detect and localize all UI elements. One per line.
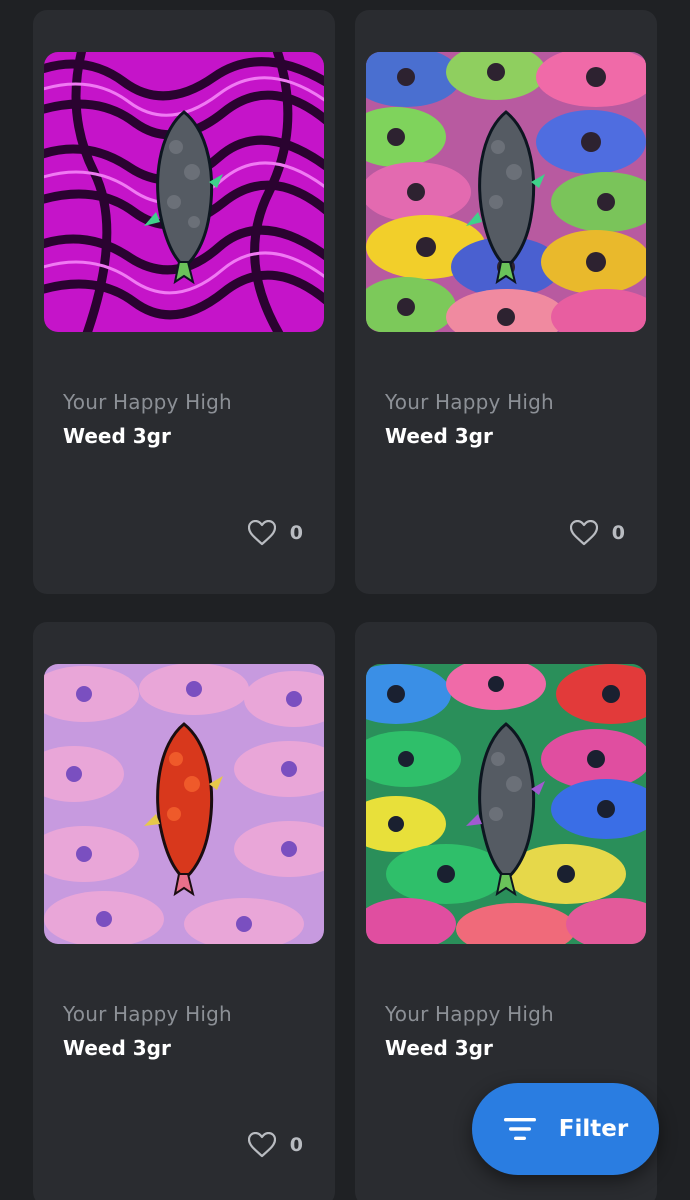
filter-button[interactable]: Filter (472, 1083, 659, 1175)
nft-grid: Your Happy High Weed 3gr 0 Your Happy Hi… (0, 0, 690, 1200)
like-button[interactable]: 0 (247, 520, 303, 546)
like-count: 0 (289, 522, 303, 544)
nft-artwork-image[interactable] (366, 52, 646, 332)
like-button[interactable]: 0 (569, 520, 625, 546)
nft-card[interactable]: Your Happy High Weed 3gr 0 (33, 10, 335, 594)
filter-label: Filter (558, 1116, 629, 1142)
nft-card[interactable]: Your Happy High Weed 3gr 0 (33, 622, 335, 1200)
like-count: 0 (289, 1134, 303, 1156)
item-title[interactable]: Weed 3gr (63, 424, 171, 448)
collection-name[interactable]: Your Happy High (385, 1002, 554, 1026)
nft-artwork-image[interactable] (44, 52, 324, 332)
collection-name[interactable]: Your Happy High (63, 390, 232, 414)
collection-name[interactable]: Your Happy High (385, 390, 554, 414)
item-title[interactable]: Weed 3gr (63, 1036, 171, 1060)
heart-icon[interactable] (247, 1132, 276, 1158)
heart-icon[interactable] (569, 520, 598, 546)
item-title[interactable]: Weed 3gr (385, 424, 493, 448)
filter-icon (503, 1115, 537, 1143)
nft-artwork-image[interactable] (366, 664, 646, 944)
like-button[interactable]: 0 (247, 1132, 303, 1158)
like-count: 0 (611, 522, 625, 544)
nft-artwork-image[interactable] (44, 664, 324, 944)
item-title[interactable]: Weed 3gr (385, 1036, 493, 1060)
collection-name[interactable]: Your Happy High (63, 1002, 232, 1026)
heart-icon[interactable] (247, 520, 276, 546)
nft-card[interactable]: Your Happy High Weed 3gr 0 (355, 10, 657, 594)
